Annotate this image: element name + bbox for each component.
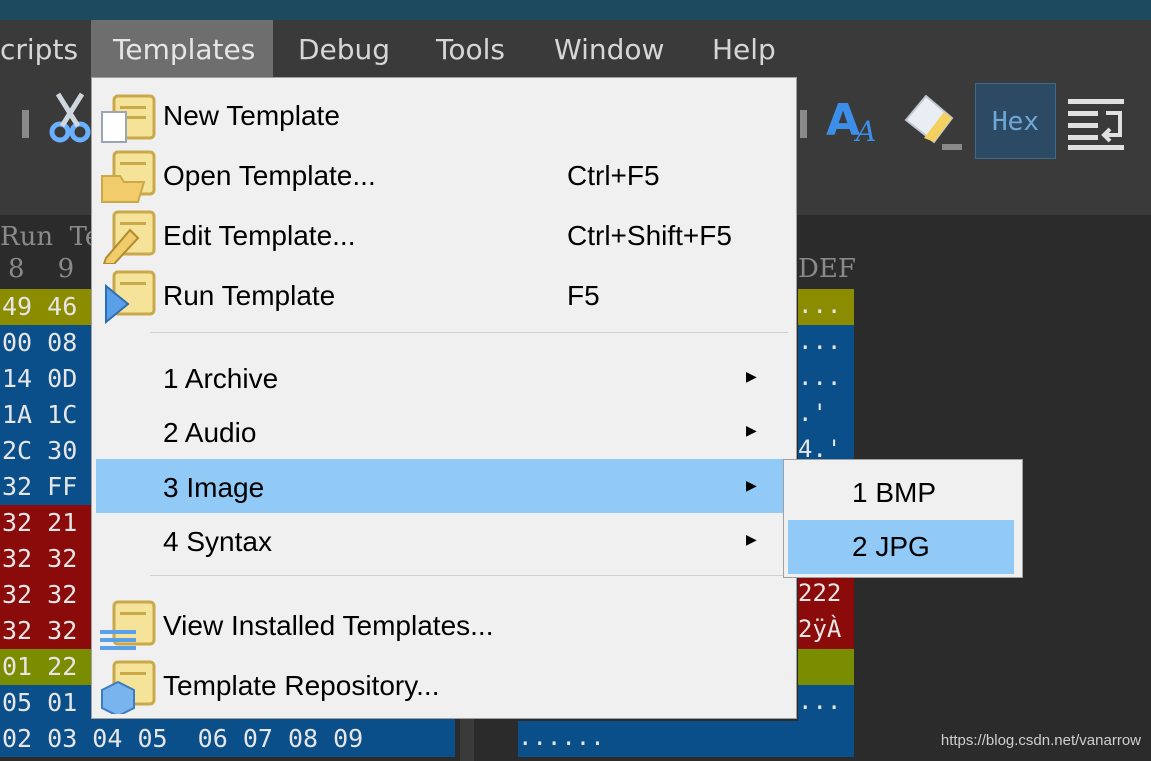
- ascii-row[interactable]: ...: [798, 325, 854, 361]
- menu-item-label: 3 Image: [163, 472, 265, 503]
- menu-item-new-template[interactable]: New Template: [92, 86, 796, 146]
- hex-column-header: 8 9: [8, 254, 75, 284]
- menu-item-label: Run Template: [163, 280, 336, 311]
- template-repository-icon: [100, 660, 160, 718]
- ascii-row[interactable]: .': [798, 397, 854, 433]
- submenu-arrow-icon: ▶: [746, 478, 757, 494]
- menu-item-label: New Template: [163, 100, 340, 131]
- menu-item-shortcut: Ctrl+Shift+F5: [567, 220, 732, 251]
- menu-separator: [150, 575, 788, 576]
- hex-right-header: DEF: [798, 254, 856, 284]
- word-wrap-icon[interactable]: [1068, 95, 1124, 155]
- ascii-row[interactable]: ......: [518, 721, 854, 757]
- menu-item-template-repository[interactable]: Template Repository...: [92, 656, 796, 718]
- menu-item-image[interactable]: 3 Image ▶: [96, 459, 784, 513]
- ascii-row[interactable]: ...: [798, 685, 854, 721]
- menu-item-shortcut: Ctrl+F5: [567, 160, 660, 191]
- toolbar-separator: [22, 110, 29, 138]
- edit-template-icon: [100, 210, 160, 265]
- menu-item-label: 2 Audio: [163, 417, 257, 448]
- window-title-bar: [0, 0, 1151, 20]
- run-template-icon: [100, 270, 160, 325]
- ascii-row[interactable]: ...: [798, 361, 854, 397]
- menu-debug[interactable]: Debug: [276, 20, 412, 77]
- svg-text:A: A: [853, 115, 876, 145]
- submenu-arrow-icon: ▶: [746, 532, 757, 548]
- menu-item-syntax[interactable]: 4 Syntax ▶: [92, 513, 796, 567]
- font-icon[interactable]: AA: [826, 95, 878, 149]
- ascii-row[interactable]: 222: [798, 577, 854, 613]
- ascii-row[interactable]: ...: [798, 289, 854, 325]
- menu-item-label: View Installed Templates...: [163, 610, 494, 641]
- menu-item-label: Edit Template...: [163, 220, 356, 251]
- watermark: https://blog.csdn.net/vanarrow: [940, 732, 1141, 749]
- menu-item-open-template[interactable]: Open Template... Ctrl+F5: [92, 146, 796, 206]
- menu-item-archive[interactable]: 1 Archive ▶: [92, 350, 796, 404]
- menu-help[interactable]: Help: [690, 20, 798, 77]
- open-template-icon: [100, 150, 160, 204]
- highlight-icon[interactable]: [900, 90, 964, 156]
- submenu-arrow-icon: ▶: [746, 369, 757, 385]
- templates-dropdown-menu: New Template Open Template... Ctrl+F5 Ed…: [91, 77, 797, 719]
- menu-item-label: Open Template...: [163, 160, 376, 191]
- menu-item-label: Template Repository...: [163, 670, 440, 701]
- menu-item-run-template[interactable]: Run Template F5: [92, 266, 796, 326]
- view-installed-icon: [100, 600, 160, 654]
- hex-mode-button[interactable]: Hex: [975, 83, 1056, 159]
- submenu-arrow-icon: ▶: [746, 423, 757, 439]
- menu-item-label: 1 Archive: [163, 363, 279, 394]
- hex-row[interactable]: 02 03 04 05 06 07 08 09: [0, 721, 455, 757]
- menu-item-edit-template[interactable]: Edit Template... Ctrl+Shift+F5: [92, 206, 796, 266]
- submenu-item-label: 2 JPG: [852, 531, 930, 562]
- menu-item-view-installed-templates[interactable]: View Installed Templates...: [92, 596, 796, 656]
- svg-text:A: A: [826, 95, 860, 145]
- toolbar-separator: [800, 110, 807, 138]
- cut-icon[interactable]: [48, 92, 92, 148]
- ascii-row[interactable]: 2ÿÀ: [798, 613, 854, 649]
- menu-item-label: 4 Syntax: [163, 526, 272, 557]
- ascii-row[interactable]: [798, 649, 854, 685]
- new-template-icon: [100, 90, 160, 144]
- submenu-item-bmp[interactable]: 1 BMP: [788, 466, 1014, 520]
- image-submenu: 1 BMP 2 JPG: [783, 459, 1023, 578]
- menu-item-audio[interactable]: 2 Audio ▶: [92, 404, 796, 458]
- menu-templates[interactable]: Templates: [91, 20, 273, 77]
- menu-window[interactable]: Window: [532, 20, 686, 77]
- submenu-item-label: 1 BMP: [852, 477, 937, 508]
- submenu-item-jpg[interactable]: 2 JPG: [788, 520, 1014, 574]
- menu-item-shortcut: F5: [567, 280, 600, 311]
- menu-separator: [150, 332, 788, 333]
- menu-tools[interactable]: Tools: [414, 20, 527, 77]
- menu-scripts[interactable]: cripts: [0, 20, 100, 77]
